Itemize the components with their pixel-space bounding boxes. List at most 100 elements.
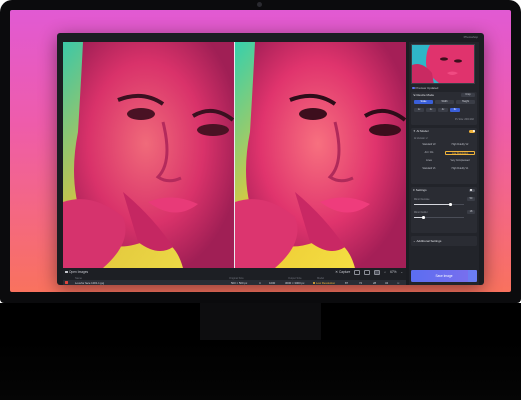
mode-scale[interactable]: Scale <box>414 100 433 104</box>
resize-header[interactable]: ⇲ Resize Mode <box>413 93 434 97</box>
settings-title: Settings <box>415 188 427 192</box>
monitor-stand <box>200 303 321 340</box>
original-size-value: 500 × 500 px <box>231 280 248 285</box>
model-dot-icon <box>313 281 315 284</box>
scale-2x[interactable]: 2x <box>426 108 436 112</box>
resize-icon: ⇲ <box>413 93 416 97</box>
ai-model-toggle-knob <box>472 130 475 132</box>
screen: Photoshop Open Images ✕ Capture ⌕ 67% ⌄ … <box>10 10 511 292</box>
model-value: Low Resolution <box>313 281 335 285</box>
bottom-panel: Open Images ✕ Capture ⌕ 67% ⌄ Name Origi… <box>63 268 406 285</box>
app-window: Photoshop Open Images ✕ Capture ⌕ 67% ⌄ … <box>57 33 484 285</box>
preview-thumbnail[interactable] <box>411 44 475 84</box>
settings-toggle-knob <box>469 189 472 191</box>
minor-deblur-slider[interactable] <box>414 216 464 219</box>
crop-button[interactable]: Crop <box>461 93 475 97</box>
image-viewer[interactable] <box>63 42 406 268</box>
crosshair-icon: ✕ <box>335 270 338 274</box>
model-standard-v2[interactable]: Standard V2 <box>414 143 444 147</box>
minor-denoise-fill <box>414 204 450 205</box>
view-controls: ✕ Capture ⌕ 67% ⌄ <box>335 269 406 275</box>
minor-denoise-slider[interactable] <box>414 203 464 206</box>
monitor: Photoshop Open Images ✕ Capture ⌕ 67% ⌄ … <box>0 0 521 303</box>
thumbnail-image <box>412 45 474 83</box>
model-art-cg[interactable]: Art / CG <box>414 151 444 155</box>
model-lines[interactable]: Lines <box>414 159 444 163</box>
model-label: Low Resolution <box>316 280 336 285</box>
ai-model-toggle[interactable] <box>469 129 475 133</box>
preview-status: Preview Updated <box>412 86 438 90</box>
chevron-down-icon: ⌄ <box>413 239 416 243</box>
resize-title: Resize Mode <box>416 93 435 97</box>
file-thumbnail-icon <box>65 281 68 284</box>
app-title: Photoshop <box>463 35 478 39</box>
stage: Photoshop Open Images ✕ Capture ⌕ 67% ⌄ … <box>0 0 521 400</box>
sparkle-icon: ✦ <box>413 129 416 133</box>
side-by-side-icon[interactable] <box>374 269 381 275</box>
row-value-2: 72 <box>359 280 363 285</box>
sliders-icon: ≡ <box>413 188 415 192</box>
settings-header[interactable]: ≡ Settings <box>413 188 427 192</box>
capture-label: Capture <box>338 270 351 274</box>
model-high-fidelity-v2[interactable]: High Fidelity V2 <box>445 143 475 147</box>
mode-height[interactable]: Height <box>456 100 475 104</box>
open-images-button[interactable]: Open Images <box>63 270 88 274</box>
settings-section: ≡ Settings Minor Denoise 50 Minor Deblur… <box>411 187 477 233</box>
row-value-3: 28 <box>373 280 377 285</box>
enhanced-portrait-image <box>235 42 406 268</box>
settings-sidebar: Preview Updated ⇲ Resize Mode Crop Scale… <box>409 42 479 285</box>
ai-model-title: AI Model <box>416 129 429 133</box>
capture-button[interactable]: ✕ Capture <box>335 270 350 274</box>
model-standard-v1[interactable]: Standard V1 <box>414 167 444 171</box>
open-images-label: Open Images <box>69 270 89 274</box>
ai-version: AI Version: 2 <box>414 137 428 140</box>
chevron-down-icon[interactable]: ⌄ <box>400 270 403 274</box>
scale-value: 4 <box>259 280 261 285</box>
original-pane <box>63 42 234 268</box>
minor-deblur-label: Minor Deblur <box>414 211 428 214</box>
scale-4x[interactable]: 4x <box>438 108 448 112</box>
ai-model-section: ✦ AI Model AI Version: 2 Standard V2 Hig… <box>411 128 477 184</box>
file-name: Lovefor face 1001.1.jpg <box>75 280 105 285</box>
base-shadow <box>0 340 521 400</box>
output-size-value: 3000 × 3000 px <box>285 280 305 285</box>
split-divider[interactable] <box>234 42 235 268</box>
original-portrait-image <box>63 42 234 268</box>
table-row[interactable]: Lovefor face 1001.1.jpg 500 × 500 px 4 1… <box>63 280 406 285</box>
info-icon <box>412 86 415 90</box>
export-arrow-icon[interactable] <box>468 270 477 282</box>
row-value-1: 87 <box>345 280 349 285</box>
additional-settings-header[interactable]: ⌄ Additional Settings <box>413 239 441 243</box>
model-very-compressed[interactable]: Very Compressed <box>445 159 475 163</box>
mode-width[interactable]: Width <box>435 100 454 104</box>
bottom-toolbar: Open Images ✕ Capture ⌕ 67% ⌄ <box>63 268 406 276</box>
resize-section: ⇲ Resize Mode Crop Scale Width Height 1x… <box>411 92 477 125</box>
minor-denoise-value[interactable]: 50 <box>467 197 475 201</box>
preview-status-label: Preview Updated <box>415 86 439 90</box>
additional-settings-title: Additional Settings <box>416 239 442 243</box>
model-low-resolution[interactable]: Low Resolution <box>445 151 475 155</box>
zoom-icon[interactable]: ⌕ <box>384 270 386 274</box>
scale-1x[interactable]: 1x <box>414 108 424 112</box>
minor-denoise-label: Minor Denoise <box>414 198 430 201</box>
scale-6x[interactable]: 6x <box>450 108 460 112</box>
row-value-4: 34 <box>385 280 389 285</box>
zoom-level[interactable]: 67% <box>390 270 396 274</box>
additional-settings-section[interactable]: ⌄ Additional Settings <box>411 236 477 246</box>
minor-denoise-knob[interactable] <box>449 203 452 206</box>
settings-toggle[interactable] <box>469 188 475 192</box>
output-width-value: 1000 <box>269 280 276 285</box>
enhanced-pane <box>235 42 406 268</box>
size-hint: Px Size: 200×192 <box>455 118 474 121</box>
minor-deblur-value[interactable]: 18 <box>467 210 475 214</box>
model-high-fidelity-v1[interactable]: High Fidelity V1 <box>445 167 475 171</box>
folder-icon <box>65 270 68 274</box>
remove-row-icon[interactable]: ⊖ <box>397 281 399 285</box>
save-image-label: Save Image <box>435 274 453 278</box>
camera-icon <box>257 2 262 7</box>
save-image-button[interactable]: Save Image <box>411 270 477 282</box>
single-view-icon[interactable] <box>354 269 361 275</box>
split-view-icon[interactable] <box>364 269 371 275</box>
ai-model-header[interactable]: ✦ AI Model <box>413 129 428 133</box>
minor-deblur-knob[interactable] <box>422 216 425 219</box>
